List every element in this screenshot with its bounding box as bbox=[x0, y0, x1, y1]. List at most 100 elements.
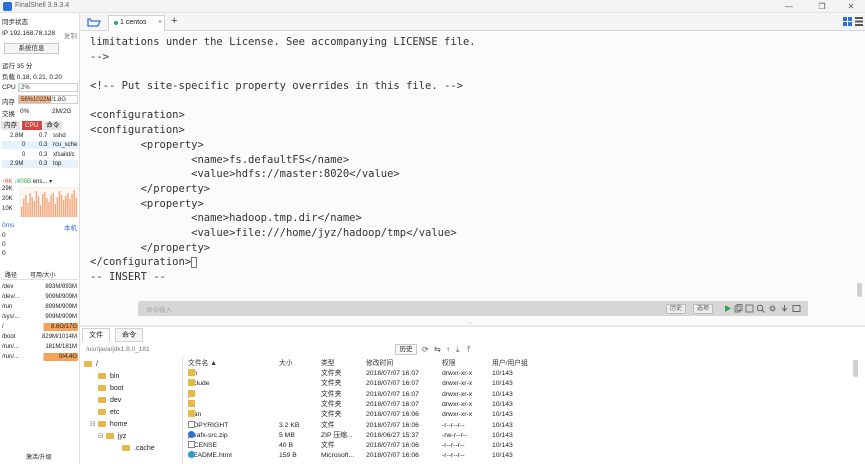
tree-item[interactable]: dev bbox=[98, 396, 121, 406]
download-icon[interactable] bbox=[780, 304, 789, 313]
cpu-label: CPU bbox=[2, 84, 16, 91]
column-owner[interactable]: 用户/用户组 bbox=[492, 359, 528, 369]
file-row[interactable]: README.html 159 B Microsoft... 2018/07/07 1… bbox=[185, 451, 635, 461]
maximize-button[interactable]: ❐ bbox=[808, 1, 836, 12]
terminal-line: -- INSERT -- bbox=[90, 271, 166, 283]
options-button[interactable]: 选项 bbox=[693, 304, 714, 314]
folder-icon bbox=[188, 410, 195, 418]
splitter-grip-icon[interactable]: ⋯ bbox=[466, 320, 472, 327]
path-history-button[interactable]: 历史 bbox=[395, 344, 417, 355]
folder-open-icon[interactable] bbox=[87, 16, 101, 28]
network-bar bbox=[75, 198, 77, 217]
send-icon[interactable] bbox=[723, 304, 732, 313]
network-bar bbox=[67, 193, 69, 217]
file-icon bbox=[188, 420, 195, 428]
net-summary: ↑6K ↓600B ens... ▾ bbox=[2, 179, 53, 185]
add-tab-icon[interactable]: + bbox=[171, 15, 177, 27]
copy-icon[interactable] bbox=[734, 304, 743, 313]
file-row[interactable]: man文件夹2018/07/07 16:06drwxr-xr-x10/143 bbox=[185, 410, 635, 420]
collapse-icon[interactable]: ⊟ bbox=[98, 433, 104, 440]
close-tab-icon[interactable]: × bbox=[158, 16, 162, 30]
folder-icon bbox=[188, 399, 195, 407]
column-modified[interactable]: 修改时间 bbox=[366, 359, 393, 369]
tree-item[interactable]: etc bbox=[98, 408, 119, 418]
process-row: 2.9M 0.3 top bbox=[2, 160, 78, 168]
navigate-icon[interactable]: ⇆ bbox=[434, 345, 441, 354]
file-row[interactable]: include 文件夹 2018/07/07 16:07 drwxr-xr-x 10/1… bbox=[185, 379, 635, 389]
file-list-scrollbar[interactable] bbox=[853, 360, 858, 377]
disk-header: 路径 可用/大小 bbox=[1, 272, 78, 280]
tab-cpu[interactable]: CPU bbox=[21, 121, 42, 130]
tab-session-centos[interactable]: 1 centos × bbox=[108, 15, 165, 31]
terminal-line: </property> bbox=[90, 241, 211, 254]
refresh-icon[interactable]: ⟳ bbox=[422, 345, 429, 354]
column-type[interactable]: 类型 bbox=[321, 359, 335, 369]
minimize-button[interactable]: — bbox=[775, 1, 803, 12]
tab-command[interactable]: 命令 bbox=[43, 121, 63, 130]
command-input[interactable]: 命令输入 bbox=[146, 304, 172, 314]
column-name[interactable]: 文件名 ▲ bbox=[188, 359, 217, 369]
download-file-icon[interactable]: ⤓ bbox=[456, 345, 460, 355]
tab-files[interactable]: 文件 bbox=[82, 328, 110, 342]
collapse-icon[interactable]: ⊟ bbox=[90, 421, 96, 428]
list-layout-icon[interactable] bbox=[855, 17, 863, 26]
file-row[interactable]: lib文件夹2018/07/07 16:07drwxr-xr-x10/143 bbox=[185, 399, 635, 410]
grid-layout-icon[interactable] bbox=[843, 17, 852, 26]
file-row[interactable]: bin文件夹2018/07/07 16:07drwxr-xr-x10/143 bbox=[185, 369, 635, 379]
path-input[interactable]: /usr/java/jdk1.8.0_181 bbox=[86, 346, 150, 353]
search-icon[interactable] bbox=[756, 304, 765, 313]
file-row[interactable]: javafx-src.zip 5 MB ZIP 压缩... 2018/06/27 15… bbox=[185, 430, 635, 441]
tree-item[interactable]: / bbox=[84, 360, 98, 370]
net-dropdown-icon[interactable]: ▾ bbox=[49, 179, 52, 185]
tree-item-label: bin bbox=[110, 373, 120, 380]
terminal-area[interactable]: limitations under the License. See accom… bbox=[80, 31, 865, 325]
copy-ip-link[interactable]: 复制 bbox=[64, 30, 77, 40]
load-text: 负载 0.18, 0.21, 0.20 bbox=[2, 74, 62, 81]
network-bar bbox=[46, 198, 48, 217]
tree-item[interactable]: ⊟ jyz bbox=[98, 432, 126, 442]
network-bar bbox=[33, 201, 35, 217]
tree-item[interactable]: bin bbox=[98, 372, 119, 382]
go-up-icon[interactable]: ↑ bbox=[446, 345, 450, 354]
terminal-scrollbar[interactable] bbox=[857, 283, 862, 297]
folder-icon bbox=[188, 389, 195, 397]
app-icon bbox=[3, 2, 12, 11]
column-permission[interactable]: 权限 bbox=[442, 359, 456, 369]
network-bar bbox=[65, 196, 67, 217]
latency-value: 0 bbox=[2, 232, 6, 239]
sysinfo-button[interactable]: 系统信息 bbox=[4, 43, 59, 54]
disk-row: /run/... 181M/181M bbox=[2, 344, 77, 350]
paste-icon[interactable] bbox=[745, 304, 754, 313]
activate-link[interactable]: 激活/升级 bbox=[26, 452, 52, 461]
tree-item[interactable]: boot bbox=[98, 384, 124, 394]
window-icon[interactable] bbox=[792, 304, 801, 313]
terminal-line: <configuration> bbox=[90, 109, 185, 122]
command-input-bar[interactable]: 命令输入 历史 选项 bbox=[138, 301, 808, 316]
terminal-line: limitations under the License. See accom… bbox=[90, 36, 476, 48]
close-window-button[interactable]: ✕ bbox=[837, 1, 865, 12]
network-graph bbox=[20, 187, 78, 217]
column-size[interactable]: 大小 bbox=[279, 359, 293, 369]
network-bar bbox=[37, 196, 40, 217]
gear-icon[interactable] bbox=[768, 304, 777, 313]
tab-commands[interactable]: 命令 bbox=[115, 328, 143, 342]
folder-icon bbox=[84, 361, 92, 367]
disk-row: /dev 893M/893M bbox=[2, 284, 77, 290]
file-row[interactable]: LICENSE 40 B 文件 2018/07/07 16:06 -r--r--r-- 1… bbox=[185, 441, 635, 451]
tree-item[interactable]: ⊟ home bbox=[90, 420, 127, 430]
tree-item[interactable]: .cache bbox=[122, 444, 155, 454]
file-row[interactable]: COPYRIGHT 3.2 KB 文件 2018/07/07 16:06 -r--r--… bbox=[185, 420, 635, 431]
process-row: 0 0.3 rcu_sche bbox=[2, 141, 78, 149]
upload-file-icon[interactable]: ⤒ bbox=[467, 345, 471, 355]
file-row[interactable]: jre文件夹2018/07/07 16:07drwxr-xr-x10/143 bbox=[185, 389, 635, 400]
process-row: 0 0.3 xfsaild/c bbox=[22, 152, 75, 158]
network-bar bbox=[44, 192, 46, 217]
network-bar bbox=[69, 199, 71, 217]
network-bar bbox=[71, 194, 73, 217]
history-button[interactable]: 历史 bbox=[666, 304, 687, 314]
folder-icon bbox=[188, 369, 195, 376]
disk-row: /run/... 0/4.4G bbox=[1, 353, 78, 361]
tab-mem[interactable]: 内存 bbox=[1, 121, 20, 130]
